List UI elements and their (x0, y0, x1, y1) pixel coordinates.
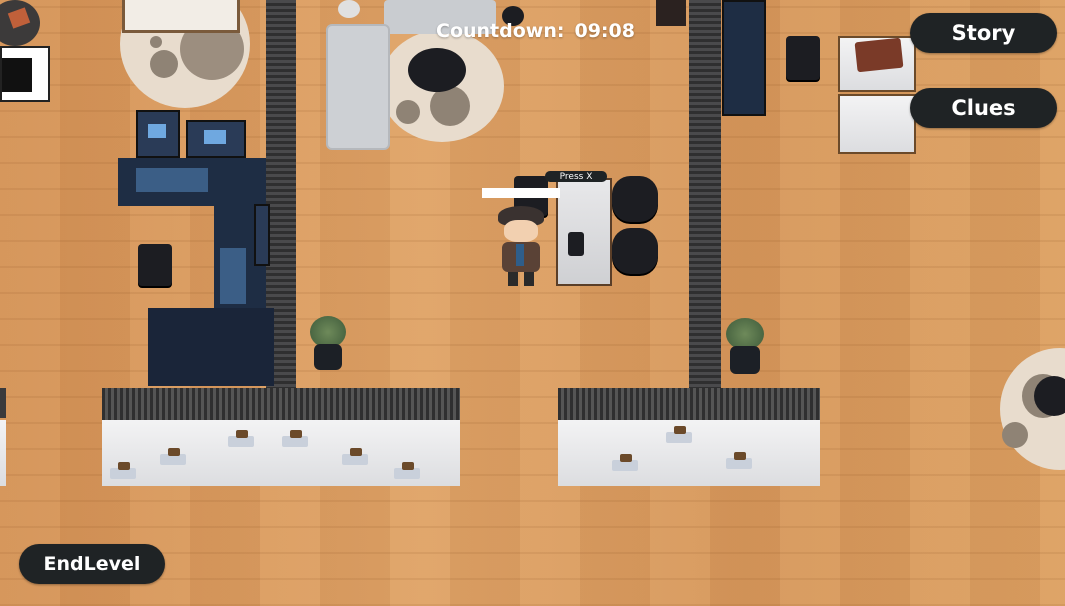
counter-left (102, 420, 460, 486)
story-button[interactable]: Story (910, 13, 1057, 53)
keyboard-2 (220, 248, 246, 304)
bed (122, 0, 240, 33)
countdown-label: Countdown: (436, 20, 565, 42)
center-desk (556, 178, 612, 286)
rug-edge-left (0, 388, 6, 418)
painting-corner (0, 46, 50, 102)
computer-desk-base (148, 308, 274, 386)
chair-center-2 (612, 228, 658, 274)
chair-right-room (786, 36, 820, 80)
wall-bottom-right (558, 388, 820, 420)
phone-on-desk (568, 232, 584, 256)
countdown-timer: Countdown: 09:08 (436, 20, 635, 46)
potted-plant-right (722, 318, 768, 378)
display-cabinet (722, 0, 766, 116)
detective-character (496, 206, 548, 288)
potted-plant-left (306, 316, 350, 374)
small-item-top (338, 0, 360, 18)
countdown-time: 09:08 (574, 20, 635, 42)
game-map: Press X Countdown: 09:08 Story Clues End… (0, 0, 1065, 606)
wall-top-right (656, 0, 686, 26)
monitor-3 (254, 204, 270, 266)
counter-right (558, 420, 820, 486)
monitor-1 (136, 110, 180, 158)
clues-button[interactable]: Clues (910, 88, 1057, 128)
office-chair (138, 244, 172, 286)
wall-bottom-left (102, 388, 460, 420)
health-bar (482, 188, 560, 198)
round-table (408, 48, 466, 92)
side-table-bottom (838, 94, 916, 154)
armchair (326, 24, 390, 150)
rug-right-edge (1000, 348, 1065, 470)
wall-middle (689, 0, 721, 390)
endlevel-button[interactable]: EndLevel (19, 544, 165, 584)
interact-prompt: Press X (545, 171, 607, 182)
chair-center-1 (612, 176, 658, 222)
monitor-2 (186, 120, 246, 158)
counter-edge (0, 420, 6, 486)
interact-prompt-text: Press X (559, 171, 593, 182)
book-on-table (854, 37, 904, 73)
keyboard (136, 168, 208, 192)
